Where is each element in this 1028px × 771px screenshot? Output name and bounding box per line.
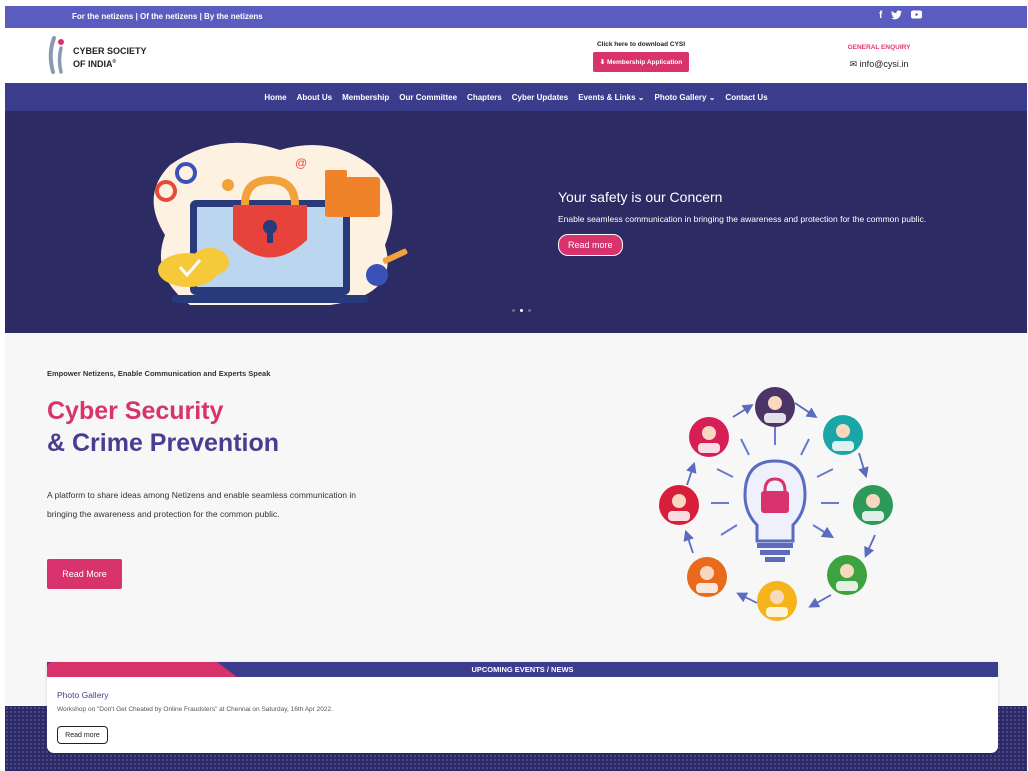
top-strip: For the netizens | Of the netizens | By … <box>5 6 1027 28</box>
hero-text: Enable seamless communication in bringin… <box>558 214 927 224</box>
news-read-more-button[interactable]: Read more <box>57 726 108 744</box>
svg-text:@: @ <box>295 156 307 170</box>
feature-title-line1: Cyber Security <box>47 397 224 425</box>
upcoming-events-panel: UPCOMING EVENTS / NEWS Photo Gallery Wor… <box>47 662 998 753</box>
slider-dot[interactable] <box>528 309 531 312</box>
slider-dots <box>512 309 531 312</box>
social-links: f <box>879 10 923 24</box>
nav-chapters[interactable]: Chapters <box>467 93 502 102</box>
facebook-icon[interactable]: f <box>879 10 882 24</box>
events-header-label: UPCOMING EVENTS / NEWS <box>471 665 574 674</box>
hero-read-more-button[interactable]: Read more <box>558 234 623 256</box>
feature-read-more-button[interactable]: Read More <box>47 559 122 589</box>
nav-contact-us[interactable]: Contact Us <box>725 93 767 102</box>
nav-about-us[interactable]: About Us <box>297 93 333 102</box>
nav-home[interactable]: Home <box>264 93 286 102</box>
hero-slider: @ Your safety is our Concern Enable seam… <box>5 111 1027 333</box>
site-header: CYBER SOCIETY OF INDIA® Click here to do… <box>5 28 1027 83</box>
logo-text: CYBER SOCIETY OF INDIA® <box>73 46 147 70</box>
general-enquiry: GENERAL ENQUIRY ✉ info@cysi.in <box>831 44 927 72</box>
nav-membership[interactable]: Membership <box>342 93 389 102</box>
feature-kicker: Empower Netizens, Enable Communication a… <box>47 369 271 378</box>
logo-mark-icon <box>48 36 64 74</box>
enquiry-email-link[interactable]: ✉ info@cysi.in <box>850 59 909 69</box>
logo-line1: CYBER SOCIETY <box>73 46 147 56</box>
site-logo[interactable]: CYBER SOCIETY OF INDIA® <box>47 36 167 74</box>
download-block: Click here to download CYSI ⬇ Membership… <box>589 41 693 72</box>
enquiry-label: GENERAL ENQUIRY <box>847 44 911 51</box>
page-frame: For the netizens | Of the netizens | By … <box>5 6 1027 771</box>
events-header: UPCOMING EVENTS / NEWS <box>47 662 998 677</box>
twitter-icon[interactable] <box>891 10 903 24</box>
nav-events-links[interactable]: Events & Links ⌄ <box>578 93 644 102</box>
tagline: For the netizens | Of the netizens | By … <box>72 12 263 21</box>
nav-our-committee[interactable]: Our Committee <box>399 93 457 102</box>
hero-caption: Your safety is our Concern Enable seamle… <box>558 189 926 256</box>
slider-dot[interactable] <box>512 309 515 312</box>
security-laptop-illustration: @ <box>153 142 408 305</box>
hero-heading: Your safety is our Concern <box>558 189 723 205</box>
main-nav: Home About Us Membership Our Committee C… <box>5 83 1027 111</box>
youtube-icon[interactable] <box>911 10 923 24</box>
news-item-title[interactable]: Photo Gallery <box>57 690 109 700</box>
slider-dot-active[interactable] <box>520 309 523 312</box>
membership-application-button[interactable]: ⬇ Membership Application <box>592 52 690 72</box>
feature-description: A platform to share ideas among Netizens… <box>47 490 357 519</box>
logo-line2: OF INDIA® <box>73 59 117 69</box>
feature-title-line2: & Crime Prevention <box>47 429 280 457</box>
download-hint: Click here to download CYSI <box>596 41 686 48</box>
community-bulb-illustration <box>659 387 893 621</box>
news-item-description: Workshop on "Don't Get Cheated by Online… <box>57 706 333 713</box>
nav-photo-gallery[interactable]: Photo Gallery ⌄ <box>654 93 715 102</box>
nav-cyber-updates[interactable]: Cyber Updates <box>512 93 568 102</box>
